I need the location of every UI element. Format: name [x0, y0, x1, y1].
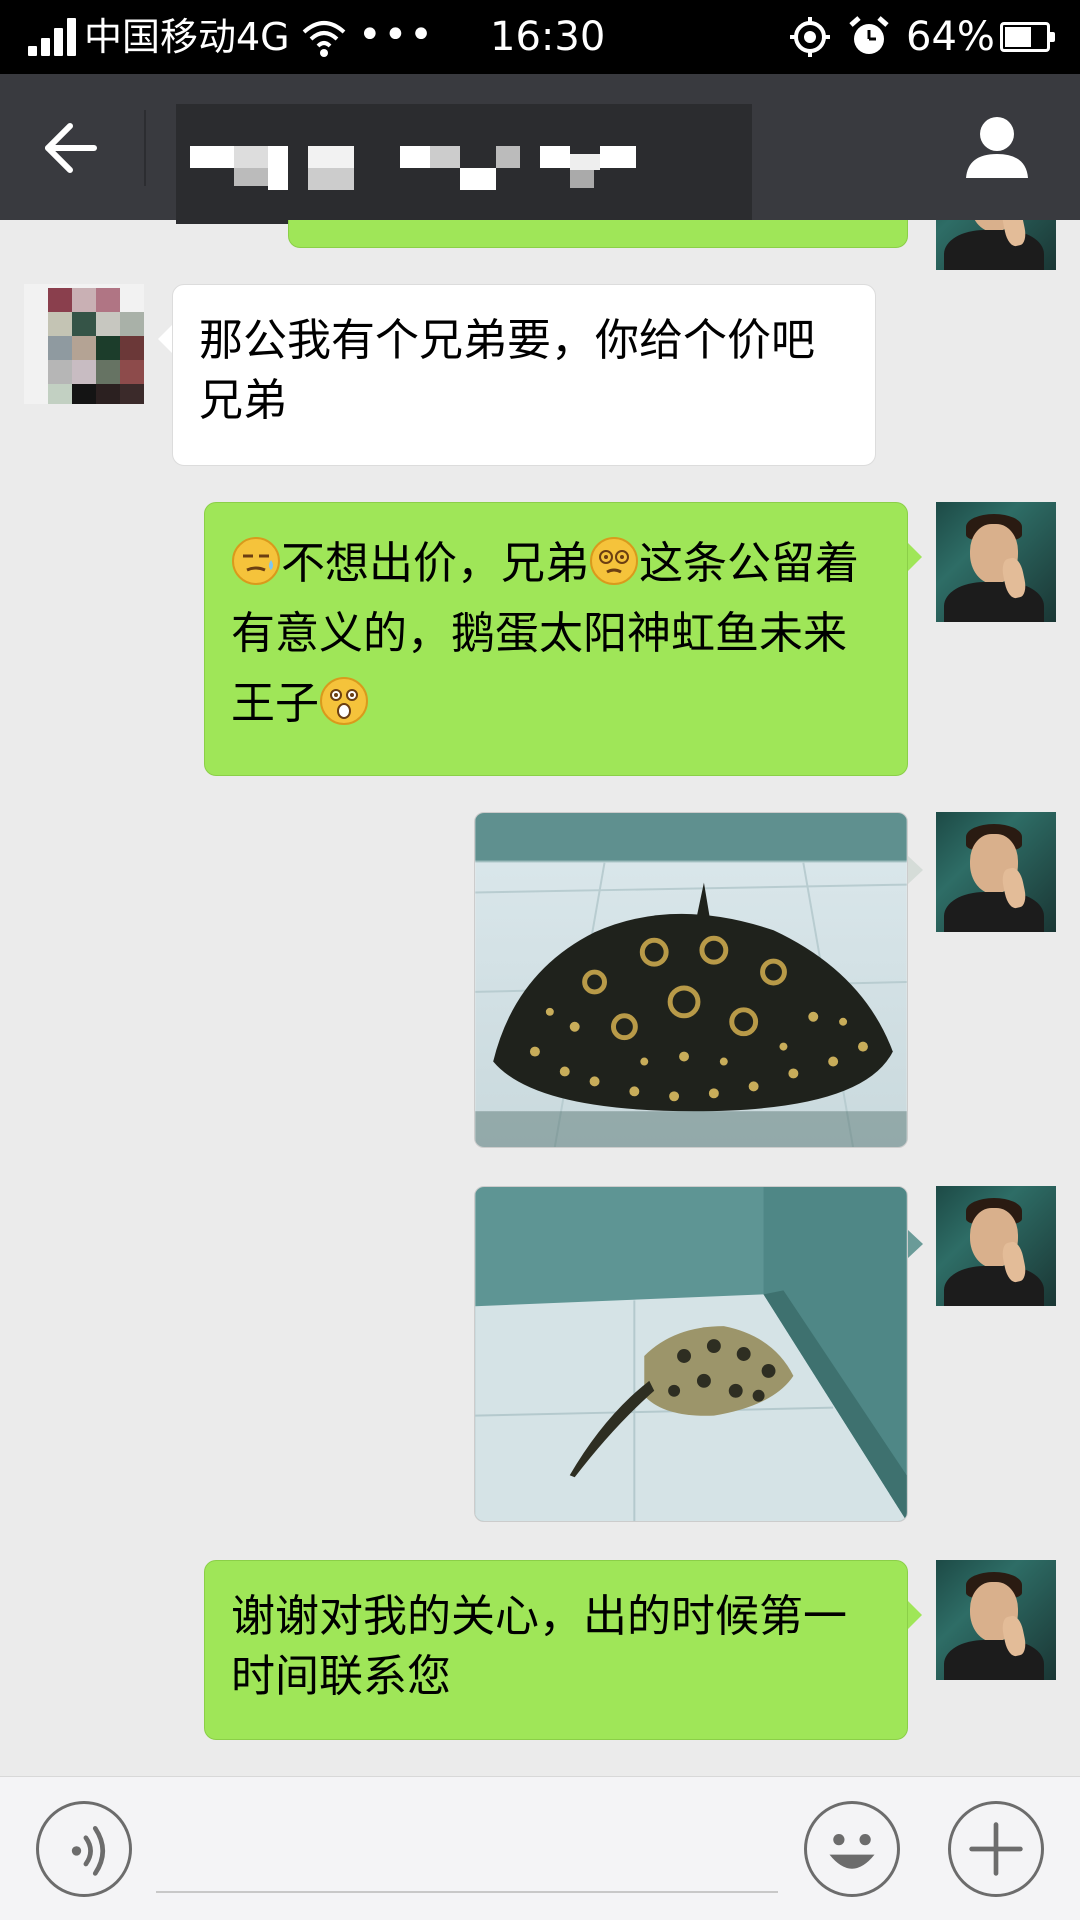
status-bar: 中国移动4G ••• 16:30 64% — [0, 0, 1080, 74]
battery-percent: 64% — [906, 14, 995, 60]
contact-avatar[interactable] — [24, 284, 144, 404]
alarm-icon — [849, 16, 889, 54]
my-avatar[interactable] — [936, 1186, 1056, 1306]
title-redaction — [190, 128, 752, 200]
smirk-sweat-emoji — [232, 537, 280, 585]
status-time: 16:30 — [490, 14, 606, 60]
location-icon — [790, 17, 830, 57]
dizzy-face-emoji — [590, 537, 638, 585]
photo-pointer — [908, 1230, 923, 1258]
photo-pointer — [908, 856, 923, 884]
emoji-button[interactable] — [804, 1801, 900, 1897]
message-input[interactable] — [156, 1807, 778, 1893]
my-avatar[interactable] — [936, 502, 1056, 622]
voice-button[interactable] — [36, 1801, 132, 1897]
input-bar — [0, 1776, 1080, 1920]
my-avatar[interactable] — [936, 1560, 1056, 1680]
previous-message-bubble[interactable] — [288, 220, 908, 248]
stingray-photo-1[interactable] — [474, 812, 908, 1148]
wifi-icon — [302, 21, 346, 57]
back-button[interactable] — [40, 118, 100, 178]
message-text: 那公我有个兄弟要，你给个价吧兄弟 — [199, 315, 815, 426]
more-notifications-icon: ••• — [358, 12, 435, 58]
message-bubble-sent[interactable]: 不想出价，兄弟 这条公留着有意义的，鹅蛋太阳神虹鱼未来王子 — [204, 502, 922, 776]
message-text-part-1: 不想出价，兄弟 — [281, 538, 589, 589]
my-avatar[interactable] — [936, 220, 1056, 270]
signal-icon — [28, 16, 78, 56]
plus-button[interactable] — [948, 1801, 1044, 1897]
message-bubble-received[interactable]: 那公我有个兄弟要，你给个价吧兄弟 — [158, 284, 876, 466]
chat-header — [0, 74, 1080, 224]
battery-icon — [1000, 22, 1055, 52]
profile-button[interactable] — [962, 112, 1032, 182]
chat-title — [176, 104, 752, 224]
stingray-photo-2[interactable] — [474, 1186, 908, 1522]
carrier-label: 中国移动4G — [84, 15, 290, 59]
my-avatar[interactable] — [936, 812, 1056, 932]
header-divider — [144, 110, 146, 186]
message-text: 谢谢对我的关心，出的时候第一时间联系您 — [231, 1591, 847, 1702]
surprised-face-emoji — [320, 677, 368, 725]
chat-messages[interactable]: 那公我有个兄弟要，你给个价吧兄弟 不想出价，兄弟 这条公留着有意义的，鹅蛋太阳神… — [0, 220, 1080, 1776]
message-bubble-sent[interactable]: 谢谢对我的关心，出的时候第一时间联系您 — [204, 1560, 922, 1740]
